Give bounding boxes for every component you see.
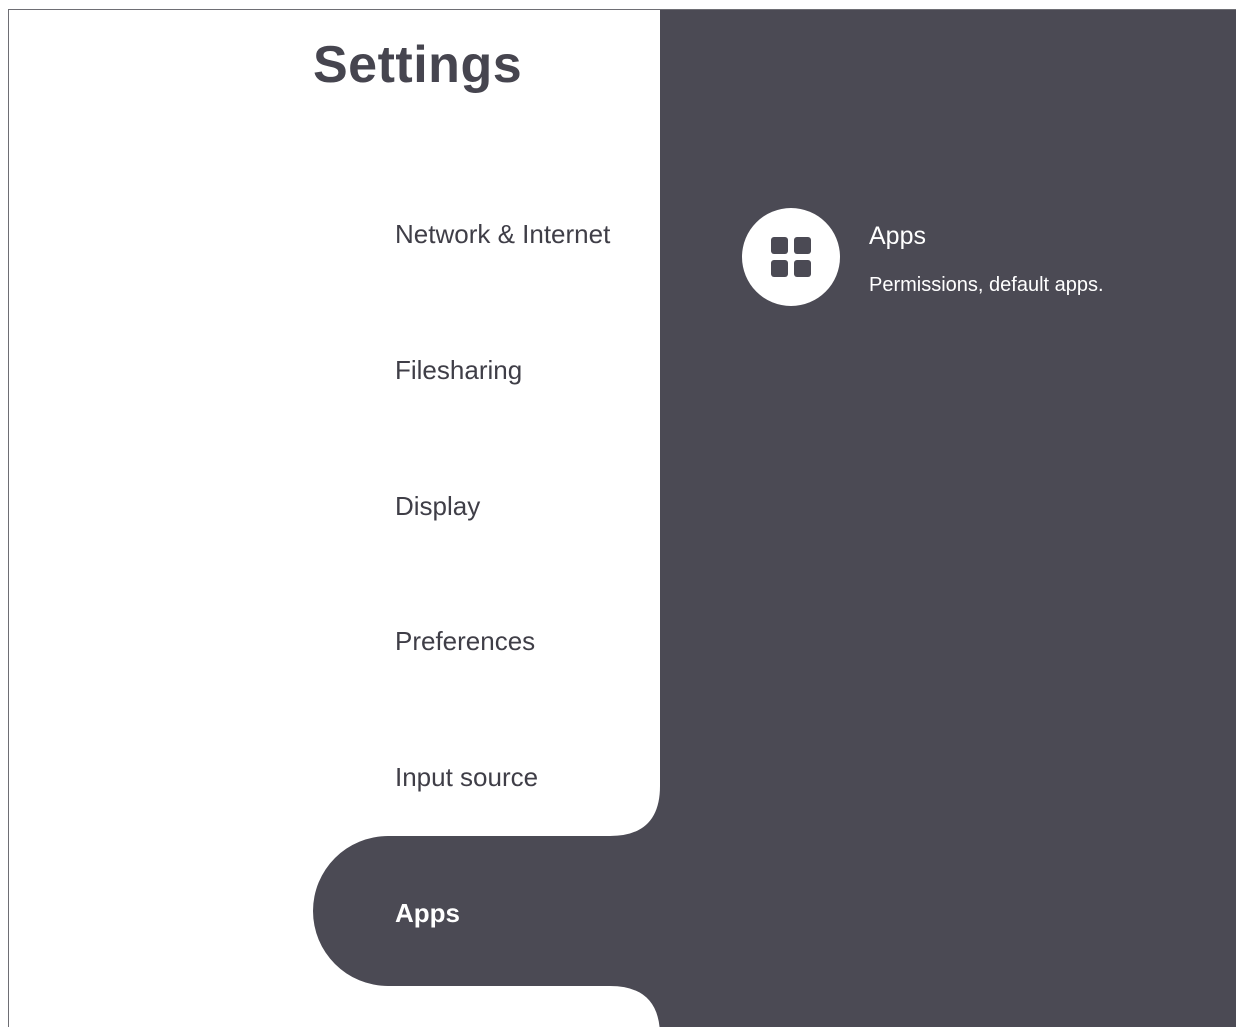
page-title: Settings [313,36,523,94]
sidebar-item-label: Input source [395,761,539,792]
sidebar-item-display[interactable]: Display [313,466,660,546]
sidebar-item-label: Display [395,490,481,521]
sidebar-item-label: Apps [395,897,460,928]
settings-window: Settings Network & Internet Filesharing … [8,9,1236,1027]
apps-setting-subtitle: Permissions, default apps. [869,274,1104,296]
apps-grid-icon [742,208,840,306]
sidebar-item-network-internet[interactable]: Network & Internet [313,194,660,274]
sidebar-item-label: Preferences [395,625,536,656]
sidebar-item-input-source[interactable]: Input source [313,737,660,817]
sidebar-item-label: Filesharing [395,354,523,385]
apps-setting-entry[interactable]: Apps Permissions, default apps. [742,208,1182,308]
sidebar-item-apps[interactable]: Apps [313,873,660,953]
detail-panel [660,10,1236,1027]
sidebar-item-label: Network & Internet [395,218,611,249]
apps-setting-title: Apps [869,222,926,250]
sidebar-item-filesharing[interactable]: Filesharing [313,330,660,410]
sidebar-item-preferences[interactable]: Preferences [313,601,660,681]
